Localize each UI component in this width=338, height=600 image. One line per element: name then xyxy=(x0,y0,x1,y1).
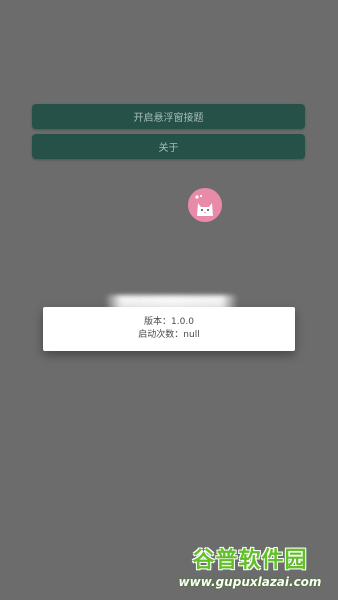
version-label: 版本： xyxy=(144,317,172,327)
site-watermark: 谷普软件园 www.gupuxlazai.com xyxy=(165,542,335,598)
watermark-url: www.gupuxlazai.com xyxy=(178,575,322,589)
floating-ball[interactable] xyxy=(188,188,222,222)
cat-face-icon xyxy=(188,188,222,222)
version-value: 1.0.0 xyxy=(171,317,194,327)
launch-count-row: 启动次数： null xyxy=(138,329,199,342)
start-float-window-button[interactable]: 开启悬浮窗接题 xyxy=(32,104,305,129)
about-button[interactable]: 关于 xyxy=(32,134,305,159)
launch-count-label: 启动次数： xyxy=(138,330,184,340)
about-dialog: 版本： 1.0.0 启动次数： null xyxy=(43,307,295,351)
version-row: 版本： 1.0.0 xyxy=(144,316,194,329)
watermark-brand: 谷普软件园 xyxy=(192,548,308,573)
start-float-window-label: 开启悬浮窗接题 xyxy=(133,113,204,124)
about-label: 关于 xyxy=(158,143,179,154)
launch-count-value: null xyxy=(183,330,200,340)
